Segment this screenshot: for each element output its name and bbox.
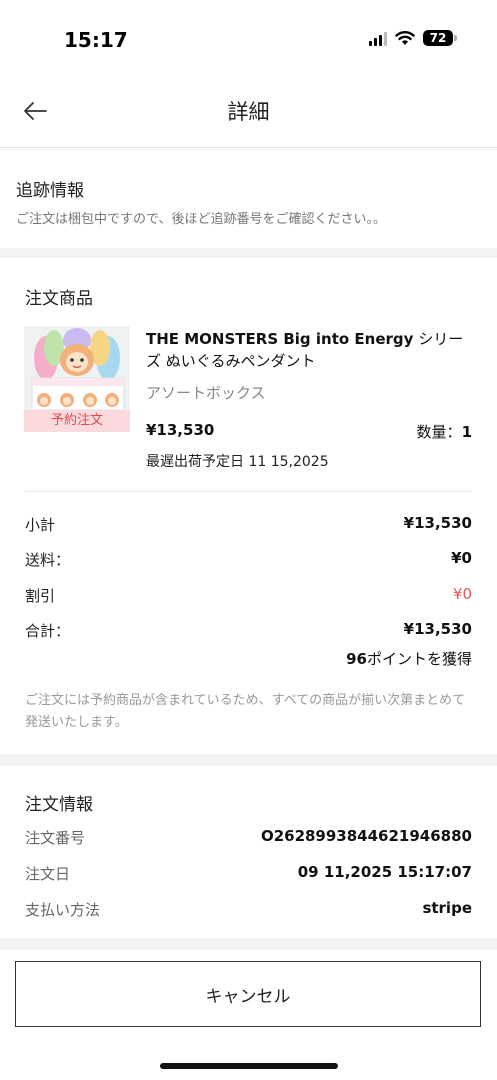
total-label: 合計： [25, 622, 71, 640]
battery-level: 72 [429, 31, 447, 45]
tracking-message: ご注文は梱包中ですので、後ほど追跡番号をご確認ください。。 [16, 212, 386, 227]
status-time: 15:17 [64, 28, 128, 52]
preorder-notice: ご注文には予約商品が含まれているため、すべての商品が揃い次第まとめて発送いたしま… [25, 693, 466, 730]
section-gap [0, 248, 497, 258]
quantity-value: 1 [461, 423, 472, 441]
payment-method-row: 支払い方法 stripe [25, 899, 472, 921]
section-gap [0, 938, 497, 950]
cellular-signal-icon [369, 30, 387, 46]
product-variant: アソートボックス [146, 384, 266, 402]
nav-header: 詳細 [0, 72, 497, 148]
items-title: 注文商品 [25, 289, 93, 309]
product-image[interactable]: 予約注文 [24, 326, 130, 432]
shipping-row: 送料： ¥0 [25, 549, 472, 571]
order-number-label: 注文番号 [25, 829, 86, 847]
total-row: 合計： ¥13,530 [25, 620, 472, 642]
bottom-bar: キャンセル [0, 950, 497, 1080]
points-earned: 96ポイントを獲得 [346, 648, 472, 669]
subtotal-value: ¥13,530 [403, 514, 472, 532]
product-name-en: THE MONSTERS Big into Energy [146, 330, 414, 348]
product-name[interactable]: THE MONSTERS Big into Energy シリーズ ぬいぐるみペ… [146, 328, 471, 372]
ship-date: 最遅出荷予定日 11 15,2025 [146, 454, 329, 470]
discount-label: 割引 [25, 587, 56, 605]
battery-cap [454, 35, 457, 41]
quantity-label: 数量： [416, 423, 462, 441]
discount-row: 割引 ¥0 [25, 585, 472, 607]
order-date-row: 注文日 09 11,2025 15:17:07 [25, 863, 472, 885]
subtotal-row: 小計 ¥13,530 [25, 514, 472, 536]
order-number-row: 注文番号 O2628993844621946880 [25, 827, 472, 849]
status-bar: 15:17 72 [0, 0, 497, 72]
order-info-section: 注文情報 注文番号 O2628993844621946880 注文日 09 11… [0, 766, 497, 938]
order-date-value: 09 11,2025 15:17:07 [297, 863, 472, 881]
points-label: ポイントを獲得 [366, 650, 472, 668]
order-date-label: 注文日 [25, 865, 71, 883]
discount-value: ¥0 [452, 585, 472, 603]
subtotal-label: 小計 [25, 516, 56, 534]
payment-method-label: 支払い方法 [25, 901, 101, 919]
order-number-value[interactable]: O2628993844621946880 [261, 827, 472, 845]
shipping-value: ¥0 [451, 549, 472, 567]
total-value: ¥13,530 [403, 620, 472, 638]
order-items-section: 注文商品 予約注文 THE MONSTERS Big into Energy シ… [0, 258, 497, 754]
wifi-icon [395, 31, 415, 45]
order-info-title: 注文情報 [25, 795, 93, 815]
status-icons: 72 [369, 30, 457, 46]
section-gap [0, 754, 497, 766]
shipping-label: 送料： [25, 551, 71, 569]
home-indicator [160, 1063, 338, 1069]
page-title: 詳細 [227, 100, 270, 124]
payment-method-value: stripe [422, 899, 472, 917]
battery-icon: 72 [423, 30, 457, 46]
product-quantity: 数量：1 [417, 421, 472, 442]
preorder-badge: 予約注文 [24, 410, 130, 432]
tracking-section: 追跡情報 ご注文は梱包中ですので、後ほど追跡番号をご確認ください。。 [0, 150, 497, 248]
divider [25, 491, 472, 492]
cancel-order-button[interactable]: キャンセル [15, 961, 481, 1027]
product-price: ¥13,530 [146, 421, 215, 439]
tracking-title: 追跡情報 [16, 181, 84, 201]
points-value: 96 [346, 650, 367, 668]
